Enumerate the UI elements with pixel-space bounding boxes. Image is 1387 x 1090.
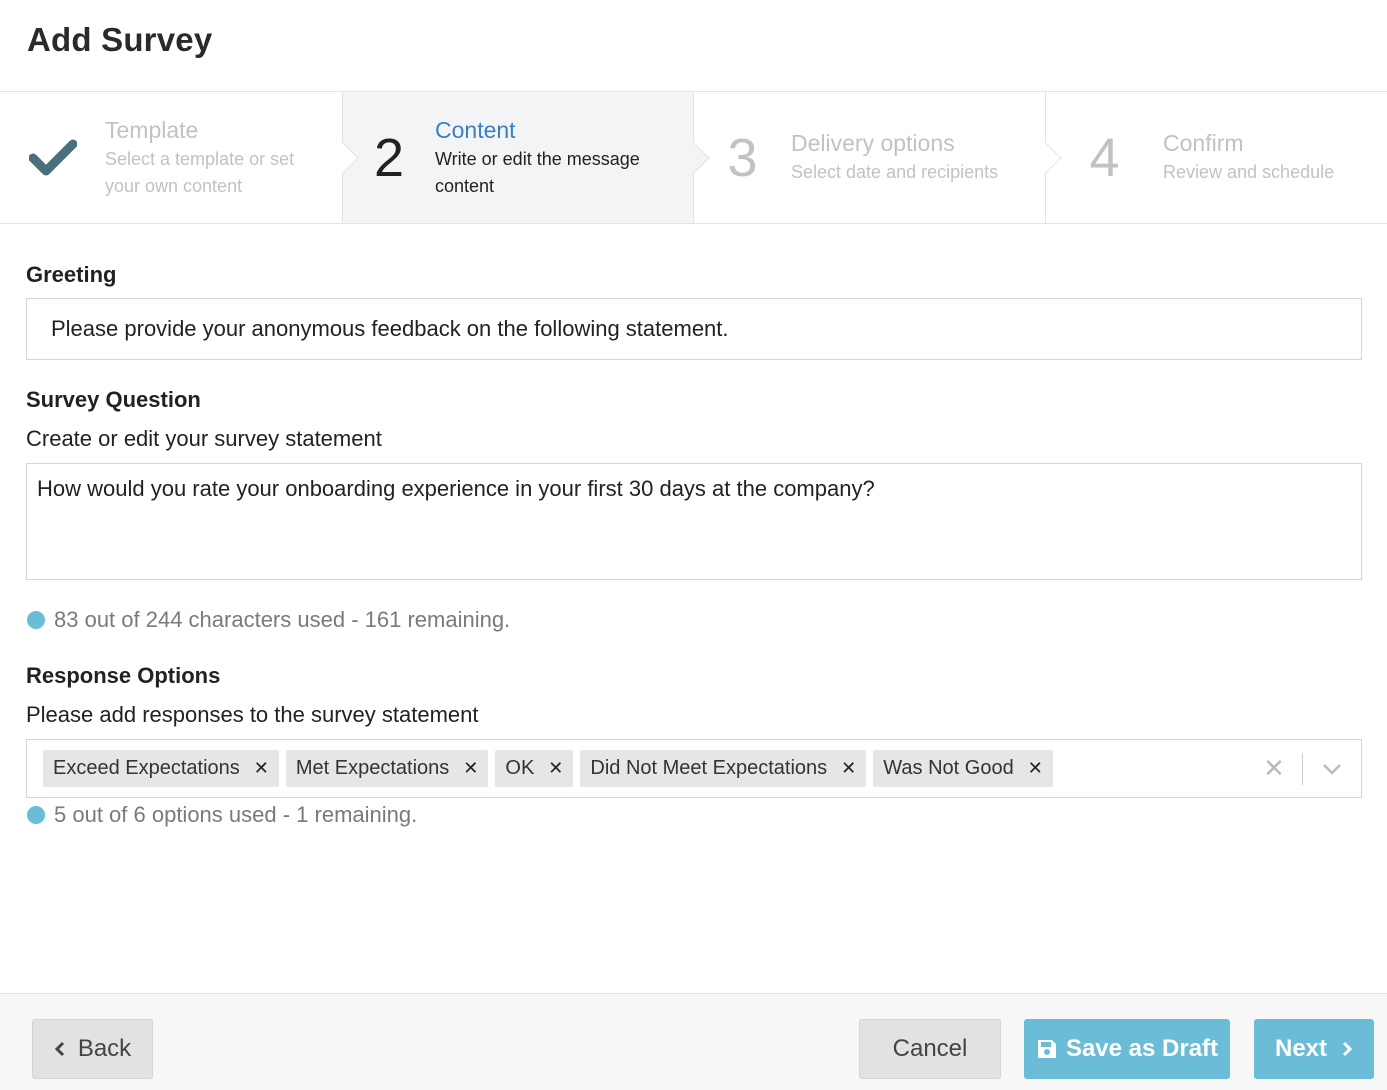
survey-question-label: Survey Question [26,387,201,412]
step-number: 4 [1089,127,1120,188]
status-dot-icon [27,611,45,629]
close-icon[interactable]: ✕ [463,758,478,779]
step-title: Confirm [1163,130,1244,156]
response-chip: Met Expectations ✕ [285,750,489,787]
chevron-down-icon[interactable] [1303,763,1361,775]
chip-label: OK [505,757,535,779]
clear-icon[interactable]: ✕ [1246,753,1302,784]
page-header: Add Survey [0,0,1387,92]
survey-question-help: Create or edit your survey statement [26,426,382,451]
response-chip: OK ✕ [495,750,574,787]
chip-label: Met Expectations [295,757,450,779]
options-counter: 5 out of 6 options used - 1 remaining. [27,802,417,828]
chip-label: Was Not Good [883,757,1014,779]
response-chip: Did Not Meet Expectations ✕ [580,750,867,787]
page-title: Add Survey [27,20,213,58]
greeting-label: Greeting [26,262,117,287]
step-confirm[interactable]: 4 Confirm Review and schedule [1046,92,1387,223]
step-title: Content [435,116,516,143]
step-desc: Select a template or set your own content [105,148,295,196]
save-draft-label: Save as Draft [1065,1035,1219,1062]
status-dot-icon [27,806,45,824]
floppy-disk-icon [1036,1038,1058,1060]
step-title: Template [105,116,199,143]
checkmark-icon [28,139,77,175]
close-icon[interactable]: ✕ [1028,758,1043,779]
step-number: 2 [373,127,405,188]
save-draft-button[interactable]: Save as Draft [1024,1019,1230,1079]
step-desc: Write or edit the message content [435,148,640,196]
chip-label: Exceed Expectations [53,757,240,779]
cancel-button[interactable]: Cancel [859,1019,1001,1079]
character-counter: 83 out of 244 characters used - 161 rema… [27,607,510,633]
response-options-select[interactable]: Exceed Expectations ✕ Met Expectations ✕… [26,739,1362,798]
step-number: 3 [727,127,758,188]
back-label: Back [77,1035,132,1062]
step-template-marker [0,138,105,178]
step-content[interactable]: 2 Content Write or edit the message conte… [343,92,710,223]
next-button[interactable]: Next [1254,1019,1374,1079]
chevron-right-icon [1341,1041,1353,1057]
response-options-help: Please add responses to the survey state… [26,702,479,727]
response-options-label: Response Options [26,663,221,688]
footer: Back Cancel Save as Draft Next [0,993,1387,1090]
step-title: Delivery options [791,130,955,156]
back-button[interactable]: Back [32,1019,153,1079]
response-chip: Was Not Good ✕ [873,750,1053,787]
stepper: Template Select a template or set your ow… [0,92,1387,224]
close-icon[interactable]: ✕ [254,758,269,779]
chip-label: Did Not Meet Expectations [590,757,828,779]
cancel-label: Cancel [892,1035,968,1062]
next-label: Next [1274,1035,1328,1062]
survey-question-textarea[interactable]: How would you rate your onboarding exper… [26,463,1362,580]
close-icon[interactable]: ✕ [548,758,563,779]
step-template[interactable]: Template Select a template or set your ow… [0,92,359,223]
greeting-input[interactable]: Please provide your anonymous feedback o… [26,298,1362,360]
close-icon[interactable]: ✕ [841,758,856,779]
chevron-left-icon [54,1041,66,1057]
step-desc: Select date and recipients [791,162,999,182]
step-desc: Review and schedule [1163,162,1335,182]
step-delivery-options[interactable]: 3 Delivery options Select date and recip… [694,92,1062,223]
response-chip: Exceed Expectations ✕ [43,750,279,787]
